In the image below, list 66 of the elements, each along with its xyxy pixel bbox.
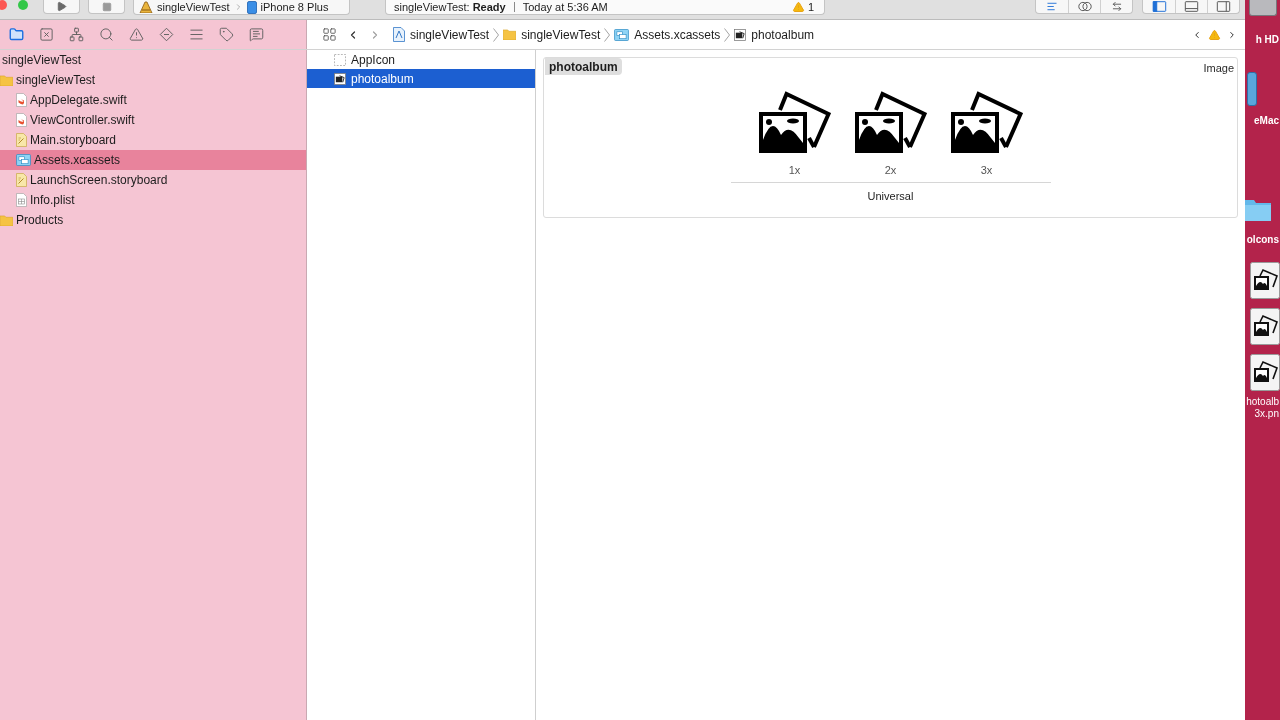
desktop-item-label: eMac — [1253, 115, 1280, 127]
path-separator-icon — [604, 27, 611, 42]
folder-icon — [0, 74, 13, 86]
warning-count[interactable]: 1 — [791, 1, 814, 13]
tree-item[interactable]: AppDelegate.swift — [0, 90, 306, 110]
desktop-item-label: h HD — [1254, 34, 1280, 46]
partly-hidden-icon[interactable] — [1247, 72, 1257, 106]
photo-stack-icon — [758, 90, 831, 153]
breadcrumb[interactable]: singleViewTest — [503, 25, 601, 44]
stacked-boxes-icon — [16, 154, 31, 166]
scheme-selector[interactable]: singleViewTest iPhone 8 Plus — [133, 0, 350, 15]
path-separator-icon — [724, 27, 731, 42]
photo-stack-icon — [950, 90, 1023, 153]
tree-item[interactable]: Assets.xcassets — [0, 150, 306, 170]
warning-icon — [791, 1, 805, 13]
phone-icon — [246, 0, 257, 14]
folder-icon — [503, 29, 517, 40]
folder-icon[interactable] — [1245, 197, 1271, 221]
image-file-icon[interactable] — [1250, 308, 1280, 345]
stop-icon — [101, 1, 112, 12]
asset-list-item[interactable]: AppIcon — [307, 50, 535, 69]
image-set-name[interactable]: photoalbum — [545, 58, 622, 75]
tree-item[interactable]: Products — [0, 210, 306, 230]
folder-icon — [0, 214, 13, 226]
desktop-item-label: olcons — [1245, 234, 1280, 246]
tree-item[interactable]: singleViewTest — [0, 70, 306, 90]
swift-file-icon — [16, 93, 27, 107]
breadcrumb[interactable]: photoalbum — [734, 25, 815, 44]
grid-icon — [321, 27, 337, 42]
related-items-button[interactable] — [321, 26, 337, 43]
desktop-item-label: hotoalb 3x.pn — [1245, 396, 1280, 420]
scale-label: 1x — [788, 162, 801, 177]
scale-label: 2x — [884, 162, 897, 177]
image-icon — [334, 72, 346, 85]
asset-list-item[interactable]: photoalbum — [307, 69, 535, 88]
tree-item[interactable]: singleViewTest — [0, 50, 306, 70]
app-icon — [139, 1, 153, 13]
warning-icon[interactable] — [1208, 28, 1221, 41]
image-file-icon[interactable] — [1250, 354, 1280, 391]
image-file-icon[interactable] — [1250, 262, 1280, 299]
breadcrumb[interactable]: Assets.xcassets — [614, 25, 721, 44]
image-set-type: Image — [1203, 61, 1235, 76]
run-button[interactable] — [43, 0, 80, 14]
stop-button[interactable] — [88, 0, 125, 14]
project-file-icon — [393, 27, 405, 42]
status-time: Today at 5:36 AM — [522, 1, 608, 13]
path-separator-icon — [493, 27, 500, 42]
tree-item[interactable]: ViewController.swift — [0, 110, 306, 130]
photo-stack-icon — [854, 90, 927, 153]
image-icon — [734, 28, 747, 41]
storyboard-file-icon — [16, 133, 27, 147]
tree-item[interactable]: Info.plist — [0, 190, 306, 210]
scale-label: 3x — [980, 162, 993, 177]
zoom-window-icon[interactable] — [18, 0, 28, 10]
grid-file-icon — [16, 193, 27, 207]
breadcrumb[interactable]: singleViewTest — [393, 25, 490, 44]
tree-item[interactable]: LaunchScreen.storyboard — [0, 170, 306, 190]
dashed-square-icon — [334, 53, 346, 66]
swift-file-icon — [16, 113, 27, 127]
play-icon — [56, 1, 67, 12]
tree-item[interactable]: Main.storyboard — [0, 130, 306, 150]
status-text: singleViewTest: Ready — [394, 1, 506, 13]
storyboard-file-icon — [16, 173, 27, 187]
stacked-boxes-icon — [614, 28, 630, 41]
device-label: Universal — [867, 188, 914, 203]
close-window-icon[interactable] — [0, 0, 7, 10]
